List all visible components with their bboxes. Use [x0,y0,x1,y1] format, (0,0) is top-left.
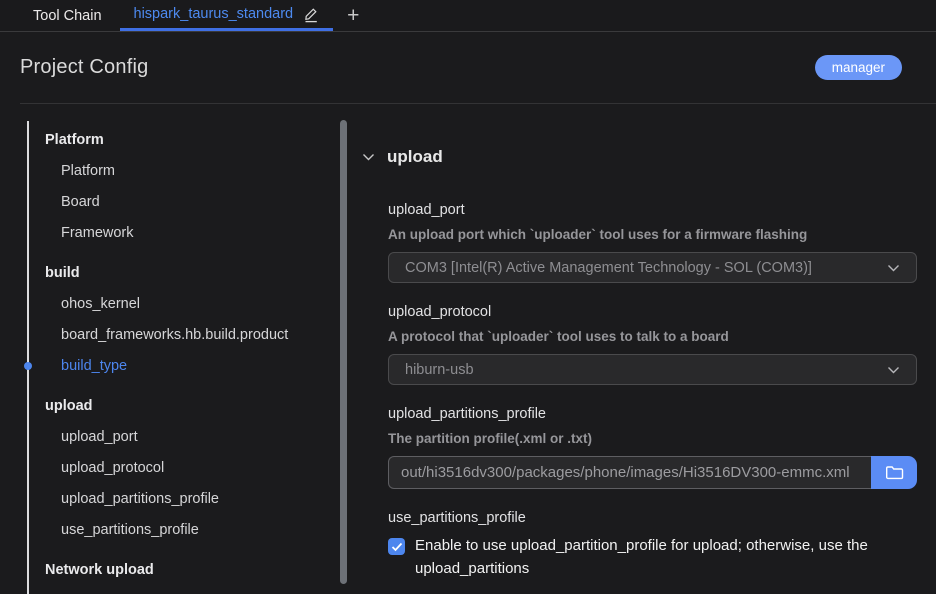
sidebar-section-upload[interactable]: upload [18,390,334,421]
tab-project-active[interactable]: hispark_taurus_standard [120,0,334,31]
field-group-upload-protocol: upload_protocol A protocol that `uploade… [388,304,917,385]
chevron-down-icon [887,366,900,374]
sidebar-section-network-upload[interactable]: Network upload [18,554,334,585]
header-divider [20,103,936,104]
use-partitions-profile-checkbox[interactable] [388,538,405,555]
upload-port-label: upload_port [388,202,917,218]
field-group-upload-port: upload_port An upload port which `upload… [388,202,917,283]
sidebar-item-board[interactable]: Board [18,186,334,217]
sidebar-item-upload-port[interactable]: upload_port [18,421,334,452]
upload-protocol-description: A protocol that `uploader` tool uses to … [388,329,917,344]
upload-port-select[interactable]: COM3 [Intel(R) Active Management Technol… [388,252,917,283]
folder-icon [885,465,904,480]
sidebar-item-build-type[interactable]: build_type [18,350,334,381]
sidebar-item-upload-partitions-profile[interactable]: upload_partitions_profile [18,483,334,514]
upload-section-title: upload [387,147,443,167]
use-partitions-profile-checkbox-row: Enable to use upload_partition_profile f… [388,535,917,580]
selected-item-dot [24,362,32,370]
upload-port-value: COM3 [Intel(R) Active Management Technol… [405,260,812,276]
edit-pencil-icon[interactable] [303,6,319,23]
sidebar-item-platform[interactable]: Platform [18,155,334,186]
page-title: Project Config [20,56,148,79]
sidebar-item-ohos-kernel[interactable]: ohos_kernel [18,288,334,319]
chevron-down-icon[interactable] [362,153,375,161]
sidebar-item-board-frameworks[interactable]: board_frameworks.hb.build.product [18,319,334,350]
tab-tool-chain-label: Tool Chain [33,8,102,24]
sidebar-item-framework[interactable]: Framework [18,217,334,248]
tab-bar: Tool Chain hispark_taurus_standard + [0,0,936,32]
upload-protocol-value: hiburn-usb [405,362,474,378]
sidebar-section-platform[interactable]: Platform [18,124,334,155]
partition-profile-file-row [388,456,917,489]
use-partitions-profile-label: use_partitions_profile [388,510,917,526]
upload-port-description: An upload port which `uploader` tool use… [388,227,917,242]
partition-profile-input[interactable] [388,456,871,489]
sidebar-item-use-partitions-profile[interactable]: use_partitions_profile [18,514,334,545]
upload-partitions-profile-label: upload_partitions_profile [388,406,917,422]
sidebar-scrollbar[interactable] [340,120,347,584]
sidebar-tree: Platform Platform Board Framework build … [18,124,334,585]
checkmark-icon [391,542,403,552]
sidebar-section-build[interactable]: build [18,257,334,288]
field-group-upload-partitions-profile: upload_partitions_profile The partition … [388,406,917,489]
sidebar-item-build-type-label: build_type [61,358,127,374]
sidebar-item-upload-protocol[interactable]: upload_protocol [18,452,334,483]
tab-project-label: hispark_taurus_standard [134,6,294,22]
main-content: upload upload_port An upload port which … [362,144,918,580]
upload-protocol-select[interactable]: hiburn-usb [388,354,917,385]
add-tab-button[interactable]: + [347,0,359,31]
upload-section-header[interactable]: upload [362,144,918,170]
chevron-down-icon [887,264,900,272]
tab-tool-chain[interactable]: Tool Chain [33,0,102,31]
plus-icon: + [347,4,359,28]
browse-file-button[interactable] [871,456,917,489]
upload-partitions-profile-description: The partition profile(.xml or .txt) [388,431,917,446]
manager-button[interactable]: manager [815,55,902,80]
upload-protocol-label: upload_protocol [388,304,917,320]
field-group-use-partitions-profile: use_partitions_profile Enable to use upl… [388,510,917,580]
page-header: Project Config manager [0,32,936,103]
use-partitions-profile-checkbox-label: Enable to use upload_partition_profile f… [415,535,917,580]
